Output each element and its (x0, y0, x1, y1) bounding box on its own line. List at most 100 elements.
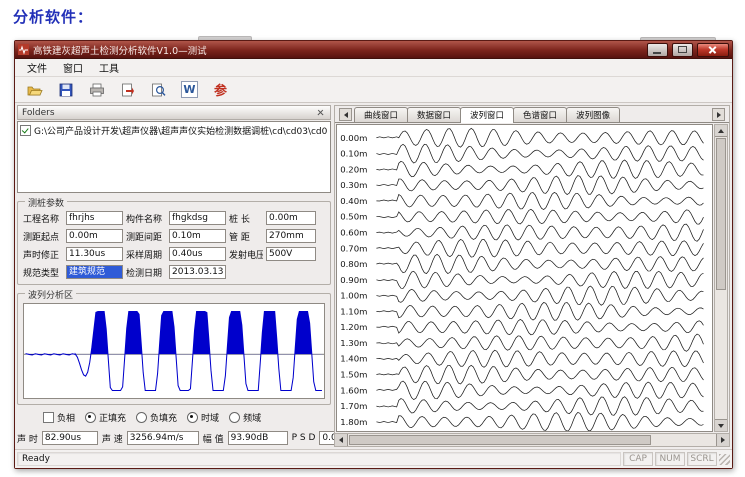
folder-checkbox-icon[interactable] (20, 125, 31, 136)
waveform-trace (376, 319, 703, 334)
save-button[interactable] (54, 79, 77, 101)
param-value[interactable]: 0.00m (66, 229, 123, 243)
preview-button[interactable] (147, 79, 170, 101)
depth-label: 0.40m (340, 196, 367, 206)
param-value[interactable]: 建筑规范 (66, 265, 123, 279)
radio-label: 正填充 (99, 411, 126, 424)
window-title: 高铁建灰超声土检测分析软件V1.0—测试 (33, 43, 643, 57)
param-label: 发射电压 (229, 248, 263, 261)
word-export-button[interactable]: W (178, 79, 201, 101)
vertical-scrollbar[interactable] (714, 124, 728, 432)
horizontal-scroll-track[interactable] (652, 434, 716, 446)
tab-item[interactable]: 色谱窗口 (513, 107, 567, 122)
tabs-row: 曲线窗口数据窗口波列窗口色谱窗口波列图像 (335, 106, 729, 123)
scroll-right-button[interactable] (716, 434, 729, 446)
depth-label: 1.40m (340, 354, 367, 364)
folder-tree-item[interactable]: G:\公司产品设计开发\超声仪器\超声声仪实始检测数据调桩\cd\cd03\cd… (20, 124, 328, 137)
status-indicator: NUM (655, 452, 685, 466)
param-value[interactable]: 2013.03.13 (169, 265, 226, 279)
measure-value: 82.90us (42, 431, 98, 445)
reference-button[interactable]: 参 (209, 79, 232, 101)
open-folder-icon (27, 83, 43, 97)
radio-icon[interactable] (187, 412, 198, 423)
status-indicators: CAPNUMSCRL (623, 452, 717, 466)
radio-icon[interactable] (229, 412, 240, 423)
waveform-trace (376, 224, 703, 241)
trace-area[interactable]: 0.00m0.10m0.20m0.30m0.40m0.50m0.60m0.70m… (336, 124, 713, 432)
print-preview-icon (151, 83, 166, 97)
radio-icon[interactable] (136, 412, 147, 423)
param-label: 采样周期 (126, 248, 166, 261)
print-button[interactable] (85, 79, 108, 101)
negative-phase-checkbox[interactable]: 负相 (43, 411, 75, 424)
trace-wrap: 0.00m0.10m0.20m0.30m0.40m0.50m0.60m0.70m… (335, 123, 729, 433)
waveform-trace (376, 302, 703, 320)
menu-item[interactable]: 窗口 (55, 59, 91, 76)
open-button[interactable] (23, 79, 46, 101)
depth-label: 1.00m (340, 291, 367, 301)
resize-grip-icon[interactable] (719, 454, 730, 465)
folders-close-icon[interactable] (315, 108, 326, 118)
waveform-trace (376, 209, 703, 224)
tab-item[interactable]: 波列图像 (566, 107, 620, 122)
wave-analysis-plot[interactable] (23, 303, 325, 399)
arrow-left-icon (339, 437, 343, 443)
depth-label: 0.00m (340, 133, 367, 143)
folders-list[interactable]: G:\公司产品设计开发\超声仪器\超声声仪实始检测数据调桩\cd\cd03\cd… (17, 121, 331, 193)
param-value[interactable]: fhgkdsg (169, 211, 226, 225)
tab-item[interactable]: 波列窗口 (460, 107, 514, 123)
scroll-down-button[interactable] (715, 419, 727, 431)
radio-option[interactable]: 负填充 (136, 411, 177, 424)
param-value[interactable]: 0.10m (169, 229, 226, 243)
radio-label: 时域 (201, 411, 219, 424)
folder-item-label: G:\公司产品设计开发\超声仪器\超声声仪实始检测数据调桩\cd\cd03\cd… (34, 124, 328, 137)
arrow-left-icon (344, 112, 348, 118)
depth-label: 0.60m (340, 228, 367, 238)
radio-option[interactable]: 正填充 (85, 411, 126, 424)
export-button[interactable] (116, 79, 139, 101)
tab-item[interactable]: 数据窗口 (407, 107, 461, 122)
radio-icon[interactable] (85, 412, 96, 423)
tab-scroll-left-button[interactable] (339, 108, 352, 121)
folders-title: Folders (22, 108, 55, 118)
tab-item[interactable]: 曲线窗口 (354, 107, 408, 122)
param-value[interactable]: 11.30us (66, 247, 123, 261)
app-icon (18, 44, 29, 55)
menu-bar: 文件窗口工具 (15, 59, 732, 77)
measure-row: 声 时82.90us声 速3256.94m/s幅 值93.90dBP S D0.… (17, 429, 331, 447)
param-value[interactable]: 0.40us (169, 247, 226, 261)
param-value[interactable]: 0.00m (266, 211, 316, 225)
vertical-scroll-track[interactable] (715, 291, 727, 419)
save-icon (59, 83, 73, 97)
checkbox-icon[interactable] (43, 412, 54, 423)
radio-option[interactable]: 时域 (187, 411, 219, 424)
controls-row: 负相 正填充负填充 时域 频域 (17, 410, 331, 425)
arrow-right-icon (721, 437, 725, 443)
waveform-trace (376, 160, 703, 178)
close-button[interactable] (697, 43, 729, 57)
radio-label: 频域 (243, 411, 261, 424)
menu-item[interactable]: 工具 (91, 59, 127, 76)
maximize-button[interactable] (672, 43, 693, 57)
title-bar[interactable]: 高铁建灰超声土检测分析软件V1.0—测试 (15, 41, 732, 59)
minimize-button[interactable] (647, 43, 668, 57)
tab-scroll-right-button[interactable] (712, 108, 725, 121)
word-icon: W (181, 81, 198, 98)
vertical-scroll-thumb[interactable] (716, 138, 726, 290)
print-icon (89, 83, 105, 97)
scroll-left-button[interactable] (335, 434, 348, 446)
param-value[interactable]: 270mm (266, 229, 316, 243)
param-value[interactable]: fhrjhs (66, 211, 123, 225)
radio-option[interactable]: 频域 (229, 411, 261, 424)
menu-item[interactable]: 文件 (19, 59, 55, 76)
depth-label: 1.70m (340, 401, 367, 411)
depth-label: 0.70m (340, 243, 367, 253)
waveform-trace (376, 176, 703, 195)
scroll-up-button[interactable] (715, 125, 727, 137)
left-panel: Folders G:\公司产品设计开发\超声仪器\超声声仪实始检测数据调桩\cd… (17, 105, 331, 447)
param-value[interactable]: 500V (266, 247, 316, 261)
param-label: 管 距 (229, 230, 263, 243)
horizontal-scrollbar[interactable] (335, 433, 729, 446)
horizontal-scroll-thumb[interactable] (349, 435, 651, 445)
waveform-trace (376, 286, 703, 305)
